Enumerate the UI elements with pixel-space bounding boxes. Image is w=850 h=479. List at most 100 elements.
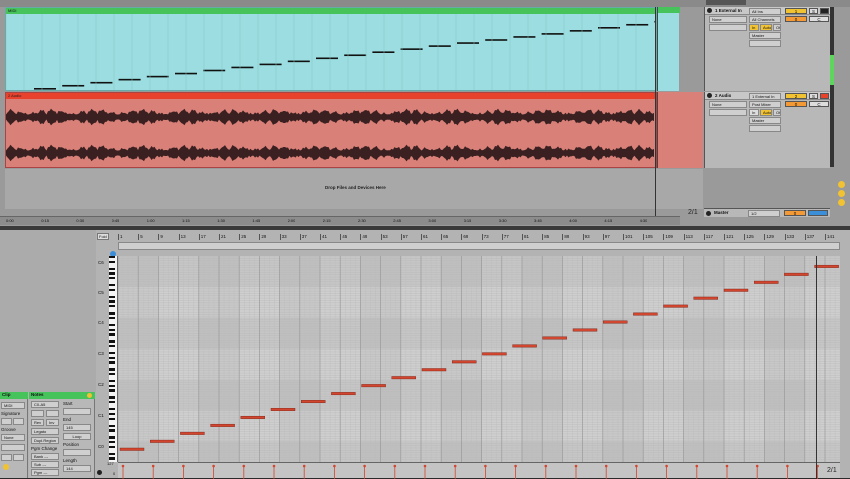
black-key[interactable] [109,401,115,404]
audio-input-select[interactable]: 1 External In [749,93,781,100]
midi-clip-tail[interactable] [657,7,680,91]
track-fold-icon[interactable] [707,93,712,98]
audio-channel-select[interactable]: Post Mixer [749,101,781,108]
audio-preset-select[interactable]: None [709,101,747,108]
sub-bank-field[interactable]: Sub --- [31,461,59,468]
position-field[interactable] [63,449,91,456]
scrollbar[interactable] [836,7,842,207]
midi-monitor-auto[interactable]: Auto [760,24,772,31]
black-key[interactable] [109,344,115,348]
black-key[interactable] [109,260,115,263]
black-key[interactable] [109,256,115,259]
midi-output-sub[interactable] [749,40,781,47]
black-key[interactable] [109,429,115,432]
audio-output-sub[interactable] [749,125,781,132]
black-key[interactable] [109,356,115,359]
black-key[interactable] [109,452,115,455]
velocity-lane[interactable] [118,462,840,479]
black-key[interactable] [109,333,115,336]
audio-pan[interactable]: C [809,101,829,107]
black-key[interactable] [109,284,115,287]
black-key[interactable] [109,440,115,444]
audio-clip-tail[interactable] [657,92,703,168]
audio-solo-button[interactable]: S [809,93,818,99]
black-key[interactable] [109,457,115,460]
piano-keyboard[interactable] [109,256,118,462]
midi-track-number[interactable]: 1 [785,8,807,14]
start-field[interactable] [63,408,91,415]
midi-volume-value[interactable]: 0 [785,16,807,22]
audio-volume-value[interactable]: 0 [785,101,807,107]
track-fold-icon[interactable] [707,8,712,13]
clip-name-field[interactable]: MIDI [1,402,25,409]
midi-monitor-off[interactable]: Off [773,24,781,31]
black-key[interactable] [109,351,115,355]
black-key[interactable] [109,277,115,280]
black-key[interactable] [109,323,115,327]
black-key[interactable] [109,368,115,371]
black-key[interactable] [109,272,115,275]
midi-preset-select[interactable]: None [709,16,747,23]
note-range-field[interactable]: C0-A5 [31,401,59,408]
loop-button[interactable]: Loop [63,433,91,440]
length-field[interactable]: 144 [63,465,91,472]
audio-arm-button[interactable] [820,93,829,99]
signature-den[interactable] [13,418,24,425]
midi-clip[interactable]: MIDI [5,7,657,91]
midi-dropdown-empty[interactable] [709,24,747,31]
clip-activator-icon[interactable] [3,464,9,470]
groove-select[interactable]: None [1,434,25,441]
midi-solo-button[interactable]: S [809,8,818,14]
legato-button[interactable]: Legato [31,428,59,435]
commit-button[interactable] [1,444,25,451]
black-key[interactable] [109,295,115,299]
black-key[interactable] [109,396,115,399]
view-toggle-icon[interactable] [838,181,845,188]
signature-num[interactable] [1,418,12,425]
end-field[interactable]: 145 [63,424,91,431]
clip-small-b[interactable] [13,454,24,461]
master-track-name[interactable]: Master [714,210,729,216]
audio-clip-header[interactable]: 2 Audio [6,93,656,99]
view-toggle-icon[interactable] [838,199,845,206]
clip-small-a[interactable] [1,454,12,461]
velocity-toggle-icon[interactable] [97,470,102,475]
midi-arm-button[interactable] [820,8,829,14]
audio-track-number[interactable]: 2 [785,93,807,99]
fold-button[interactable]: Fold [97,233,109,240]
black-key[interactable] [109,389,115,392]
notes-toggle-icon[interactable] [87,393,92,398]
top-buttons[interactable] [706,0,746,5]
black-key[interactable] [109,445,115,448]
black-key[interactable] [109,384,115,388]
reverse-button[interactable]: Rev [31,419,44,426]
midi-track-name[interactable]: 1 External In [715,8,742,14]
black-key[interactable] [109,380,115,383]
master-fold-icon[interactable] [706,211,711,216]
black-key[interactable] [109,373,115,376]
midi-output-select[interactable]: Master [749,32,781,39]
black-key[interactable] [109,316,115,320]
note-grid[interactable] [118,256,840,462]
black-key[interactable] [109,424,115,427]
audio-monitor-auto[interactable]: Auto [760,109,772,116]
black-key[interactable] [109,267,115,271]
black-key[interactable] [109,412,115,416]
audio-output-select[interactable]: Master [749,117,781,124]
duplicate-region-button[interactable]: Dupl.Region [31,437,59,444]
black-key[interactable] [109,340,115,343]
drop-zone[interactable]: Drop Files and Devices Here [5,169,703,209]
loop-brace[interactable] [118,242,840,250]
invert-button[interactable]: Inv [46,419,59,426]
audio-clip[interactable]: 2 Audio [5,92,657,168]
audio-dropdown-empty[interactable] [709,109,747,116]
black-key[interactable] [109,361,115,364]
midi-monitor-in[interactable]: In [749,24,759,31]
black-key[interactable] [109,312,115,315]
view-toggle-icon[interactable] [838,190,845,197]
transpose-down[interactable] [31,410,44,417]
arrangement-ruler[interactable]: 0:00 0:15 0:30 0:45 1:00 1:15 1:30 1:45 2:00 2:15… [0,216,680,225]
master-volume[interactable]: 0 [784,210,806,216]
bank-field[interactable]: Bank --- [31,453,59,460]
audio-track-name[interactable]: 2 Audio [715,93,731,99]
